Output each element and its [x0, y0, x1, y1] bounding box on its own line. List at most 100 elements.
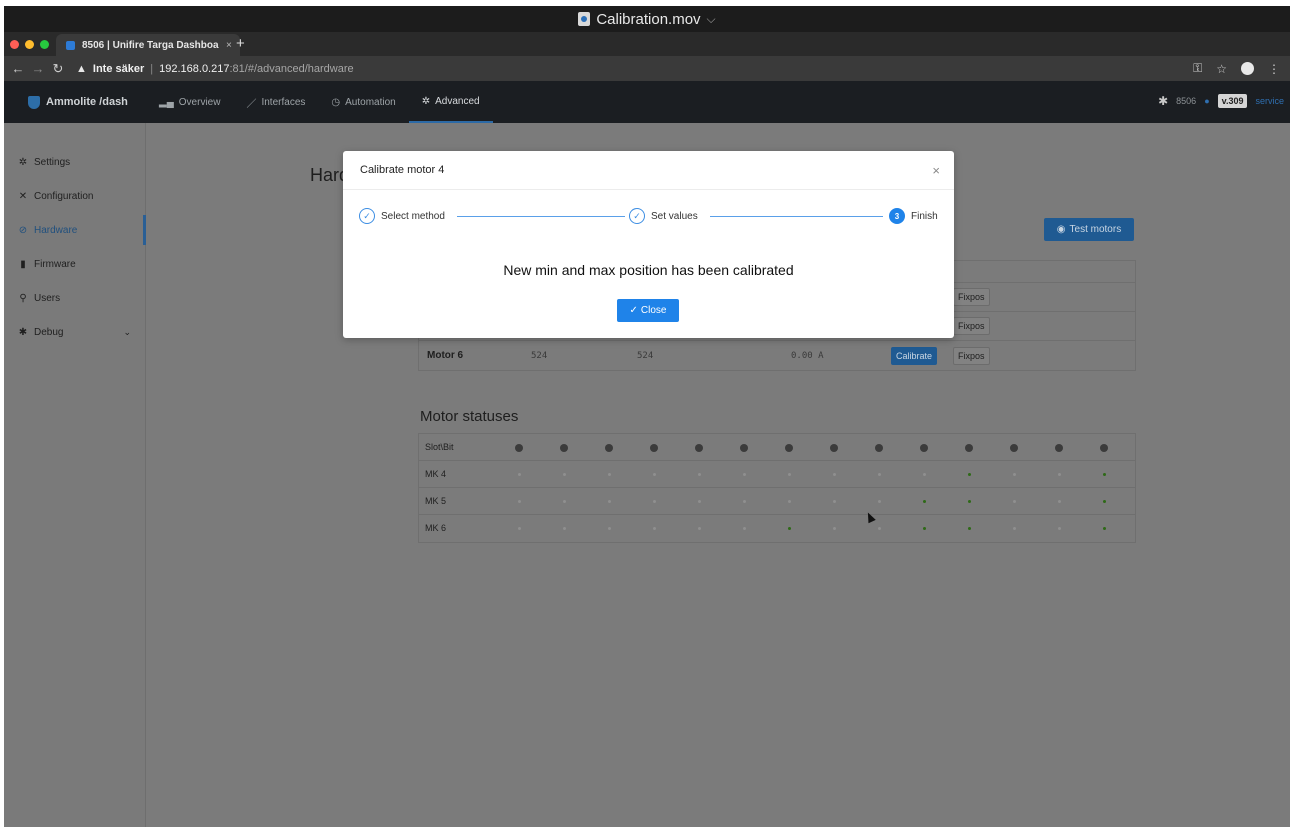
test-motors-button[interactable]: ◉ Test motors	[1044, 218, 1134, 241]
sidebar-item-firmware[interactable]: ▮ Firmware	[4, 247, 145, 281]
status-bit	[644, 461, 664, 488]
bug-icon: ✱	[18, 326, 28, 338]
status-bit	[644, 488, 664, 515]
motor-current: 0.00 A	[791, 350, 824, 361]
fixpos-button[interactable]: Fixpos	[953, 288, 990, 306]
motor-max-value: 524	[637, 350, 654, 361]
pencil-icon: ／	[246, 98, 257, 110]
nav-overview[interactable]: ▂▄ Overview	[146, 81, 233, 123]
nav-label: Automation	[345, 96, 396, 108]
status-header-bit	[824, 434, 844, 461]
tools-icon: ✕	[18, 190, 28, 202]
close-window-button[interactable]	[10, 40, 19, 49]
calibrate-button[interactable]: Calibrate	[891, 346, 938, 365]
file-icon: ▮	[20, 258, 26, 270]
step-number: 3	[889, 208, 905, 224]
url-field[interactable]: ▲ Inte säker | 192.168.0.217:81/#/advanc…	[76, 63, 354, 75]
sidebar-item-label: Firmware	[34, 258, 76, 270]
status-bit	[1094, 488, 1114, 515]
close-button[interactable]: ✓ Close	[617, 299, 679, 322]
profile-icon[interactable]	[1241, 62, 1254, 75]
status-on-dot	[922, 527, 926, 530]
step-label: Finish	[911, 210, 938, 222]
sidebar-item-users[interactable]: ⚲ Users	[4, 281, 145, 315]
nav-label: Interfaces	[261, 96, 306, 108]
status-bit	[554, 488, 574, 515]
sidebar-item-debug[interactable]: ✱ Debug ⌄	[4, 315, 145, 349]
status-bit	[914, 515, 934, 542]
bit-info-icon	[830, 443, 838, 452]
status-row: MK 4	[419, 461, 1135, 488]
step-set-values: ✓ Set values	[625, 208, 710, 224]
status-bit	[734, 488, 754, 515]
status-bit	[1004, 488, 1024, 515]
status-on-dot	[1102, 473, 1106, 476]
header-status: ✱ 8506 ● v.309 service	[1158, 94, 1284, 108]
status-bit	[734, 515, 754, 542]
status-off-dot	[562, 473, 566, 476]
eye-icon: ◉	[1056, 224, 1066, 235]
status-header-bit	[644, 434, 664, 461]
status-off-dot	[877, 527, 881, 530]
bug-icon[interactable]: ✱	[1158, 94, 1168, 108]
sidebar-item-hardware[interactable]: ⊘ Hardware	[4, 213, 146, 247]
bit-info-icon	[1010, 443, 1018, 452]
chevron-down-icon[interactable]: ⌵	[707, 12, 716, 27]
fixpos-button[interactable]: Fixpos	[953, 317, 990, 335]
status-row-label: MK 5	[425, 496, 447, 506]
maximize-window-button[interactable]	[40, 40, 49, 49]
minimize-window-button[interactable]	[25, 40, 34, 49]
check-icon: ✓	[629, 305, 638, 316]
status-bit	[734, 461, 754, 488]
status-bit	[509, 461, 529, 488]
fixpos-button[interactable]: Fixpos	[953, 346, 990, 365]
gear-icon: ✲	[18, 156, 28, 168]
status-bit	[554, 461, 574, 488]
brand[interactable]: Ammolite /dash	[4, 95, 146, 109]
status-bit	[599, 461, 619, 488]
url-path: :81/#/advanced/hardware	[229, 62, 354, 75]
status-header-bit	[599, 434, 619, 461]
key-icon[interactable]: ⚿	[1193, 61, 1202, 76]
status-bit	[1049, 515, 1069, 542]
calibrate-modal: Calibrate motor 4 × ✓ Select method ✓ Se…	[343, 151, 954, 338]
bit-info-icon	[515, 443, 523, 452]
browser-tab[interactable]: 8506 | Unifire Targa Dashboard ×	[56, 34, 240, 56]
reload-icon[interactable]: ↻	[48, 61, 68, 77]
status-off-dot	[742, 473, 746, 476]
main-nav: ▂▄ Overview ／ Interfaces ◷ Automation ✲ …	[146, 81, 493, 123]
status-row-label: MK 6	[425, 523, 447, 533]
sidebar-item-label: Hardware	[34, 224, 78, 236]
bit-info-icon	[605, 443, 613, 452]
nav-automation[interactable]: ◷ Automation	[318, 81, 408, 123]
status-off-dot	[742, 527, 746, 530]
status-header-bit	[689, 434, 709, 461]
sidebar-item-configuration[interactable]: ✕ Configuration	[4, 179, 145, 213]
clock-icon: ◷	[331, 96, 341, 108]
status-bit	[914, 461, 934, 488]
status-bit	[599, 515, 619, 542]
new-tab-button[interactable]: +	[236, 35, 245, 52]
check-icon: ✓	[359, 208, 375, 224]
menu-icon[interactable]: ⋮	[1268, 62, 1280, 76]
modal-header: Calibrate motor 4 ×	[343, 151, 954, 190]
table-row: Motor 6 524 524 0.00 A Calibrate Fixpos	[419, 341, 1135, 370]
sidebar-item-label: Settings	[34, 156, 71, 168]
status-header-bit	[779, 434, 799, 461]
sidebar-item-settings[interactable]: ✲ Settings	[4, 145, 145, 179]
status-header-bit	[1004, 434, 1024, 461]
browser-tab-strip: 8506 | Unifire Targa Dashboard × +	[4, 32, 1290, 56]
forward-icon[interactable]: →	[28, 61, 48, 76]
back-icon[interactable]: ←	[8, 61, 28, 76]
nav-interfaces[interactable]: ／ Interfaces	[233, 81, 318, 123]
user-role-link[interactable]: service	[1255, 96, 1284, 106]
bit-info-icon	[560, 443, 568, 452]
status-on-dot	[922, 500, 926, 503]
nav-advanced[interactable]: ✲ Advanced	[408, 81, 493, 123]
status-off-dot	[607, 473, 611, 476]
app-header: Ammolite /dash ▂▄ Overview ／ Interfaces …	[4, 81, 1290, 123]
status-off-dot	[1057, 527, 1061, 530]
close-icon[interactable]: ×	[932, 163, 940, 178]
star-icon[interactable]: ☆	[1216, 62, 1227, 76]
status-bit	[689, 515, 709, 542]
